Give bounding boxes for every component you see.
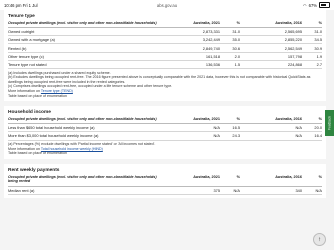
back-to-top-button[interactable]: ↑ bbox=[313, 233, 326, 246]
household-income-card: Household income Occupied private dwelli… bbox=[4, 106, 326, 159]
cell: 2.7 bbox=[316, 61, 322, 67]
cell: 375 bbox=[213, 187, 221, 193]
url-label: abs.gov.au bbox=[156, 2, 178, 8]
header-label: Occupied private dwellings (excl. visito… bbox=[8, 21, 157, 25]
row-label: More than $3,000 total household weekly … bbox=[8, 133, 99, 139]
cell: N/A bbox=[295, 133, 303, 139]
table-row: More than $3,000 total household weekly … bbox=[8, 132, 322, 141]
table-notes: (a) Includes dwellings purchased under a… bbox=[8, 71, 322, 99]
cell: 31.0 bbox=[232, 29, 240, 35]
source-note: Table based on place of enumeration bbox=[8, 93, 67, 98]
battery-icon bbox=[319, 2, 330, 8]
col-header-pct: % bbox=[318, 174, 322, 179]
cell: 2,562,549 bbox=[284, 45, 302, 51]
col-header-2021: Australia, 2021 bbox=[193, 21, 220, 25]
header-label: Occupied private dwellings (excl. visito… bbox=[8, 117, 157, 122]
row-label: Owned with a mortgage (a) bbox=[8, 37, 55, 43]
source-note: Table based on place of enumeration bbox=[8, 151, 67, 156]
cell: 136,536 bbox=[205, 61, 220, 67]
cell: N/A bbox=[213, 133, 221, 139]
col-header-2016: Australia, 2016 bbox=[275, 117, 302, 122]
col-header-pct: % bbox=[236, 21, 240, 25]
cell: 161,518 bbox=[205, 53, 220, 59]
col-header-pct: % bbox=[236, 174, 240, 179]
cell: 2,849,740 bbox=[202, 45, 220, 51]
card-title: Household income bbox=[8, 110, 51, 116]
cell: 2,873,331 bbox=[202, 29, 220, 35]
col-header-2021: Australia, 2021 bbox=[193, 117, 220, 122]
cell: 157,798 bbox=[287, 53, 302, 59]
table-notes: (a) Percentages (%) exclude dwellings wi… bbox=[8, 142, 322, 156]
cell: 20.0 bbox=[314, 125, 322, 131]
cell: 340 bbox=[295, 187, 303, 193]
cell: 2,565,695 bbox=[284, 29, 302, 35]
cell: N/A bbox=[213, 125, 221, 131]
table-header: Occupied private dwellings (excl. visito… bbox=[8, 175, 322, 187]
rent-payments-card: Rent weekly payments Occupied private dw… bbox=[4, 163, 326, 198]
page-content: Tenure type Occupied private dwellings (… bbox=[4, 10, 326, 203]
table-header: Occupied private dwellings (excl. visito… bbox=[8, 117, 322, 125]
col-header-2016: Australia, 2016 bbox=[275, 21, 302, 25]
cell: N/A bbox=[295, 125, 303, 131]
feedback-tab[interactable]: Feedback bbox=[325, 110, 334, 136]
cell: 2.0 bbox=[234, 53, 240, 59]
tenure-type-link[interactable]: Tenure type (TEND) bbox=[41, 89, 73, 93]
row-label: Tenure type not stated bbox=[8, 61, 47, 67]
card-title: Tenure type bbox=[8, 14, 35, 19]
cell: 3,242,449 bbox=[202, 37, 220, 43]
row-label: Rented (b) bbox=[8, 45, 27, 51]
note-text: (b) Excludes dwellings being occupied re… bbox=[8, 75, 311, 84]
table-row: Owned outright 2,873,331 31.0 2,565,695 … bbox=[8, 28, 322, 37]
tenure-type-card: Tenure type Occupied private dwellings (… bbox=[4, 10, 326, 102]
table-row: Tenure type not stated 136,536 1.5 224,8… bbox=[8, 61, 322, 70]
cell: 34.5 bbox=[314, 37, 322, 43]
household-income-link[interactable]: Total household income weekly (HIND) bbox=[41, 147, 103, 151]
cell: 31.0 bbox=[314, 29, 322, 35]
cell: 1.9 bbox=[316, 53, 322, 59]
row-label: Owned outright bbox=[8, 29, 35, 35]
cell: 30.6 bbox=[232, 45, 240, 51]
cell: 1.5 bbox=[234, 61, 240, 67]
table-row: Other tenure type (c) 161,518 2.0 157,79… bbox=[8, 53, 322, 61]
card-title: Rent weekly payments bbox=[8, 167, 60, 173]
table-header: Occupied private dwellings (excl. visito… bbox=[8, 21, 322, 29]
cell: 35.0 bbox=[232, 37, 240, 43]
col-header-pct: % bbox=[318, 21, 322, 25]
cell: N/A bbox=[233, 187, 241, 193]
row-label: Less than $650 total household weekly in… bbox=[8, 125, 95, 131]
header-label: Occupied private dwellings (excl. visito… bbox=[8, 174, 157, 184]
col-header-pct: % bbox=[318, 117, 322, 122]
cell: N/A bbox=[315, 187, 323, 193]
row-label: Other tenure type (c) bbox=[8, 53, 44, 59]
cell: 24.3 bbox=[232, 133, 240, 139]
col-header-pct: % bbox=[236, 117, 240, 122]
arrow-up-icon: ↑ bbox=[318, 236, 321, 243]
table-row: Owned with a mortgage (a) 3,242,449 35.0… bbox=[8, 36, 322, 45]
table-row: Less than $650 total household weekly in… bbox=[8, 124, 322, 133]
status-bar: 10:46 pm Fri 1 Jul abs.gov.au ◠ 67% bbox=[0, 0, 334, 10]
table-row: Rented (b) 2,849,740 30.6 2,562,549 30.9 bbox=[8, 44, 322, 53]
row-label: Median rent (a) bbox=[8, 187, 35, 193]
cell: 2,855,220 bbox=[284, 37, 302, 43]
cell: 16.5 bbox=[232, 125, 240, 131]
cell: 16.4 bbox=[314, 133, 322, 139]
col-header-2021: Australia, 2021 bbox=[193, 174, 220, 179]
cell: 224,868 bbox=[287, 61, 302, 67]
col-header-2016: Australia, 2016 bbox=[275, 174, 302, 179]
cell: 30.9 bbox=[314, 45, 322, 51]
table-row: Median rent (a) 375 N/A 340 N/A bbox=[8, 187, 322, 195]
